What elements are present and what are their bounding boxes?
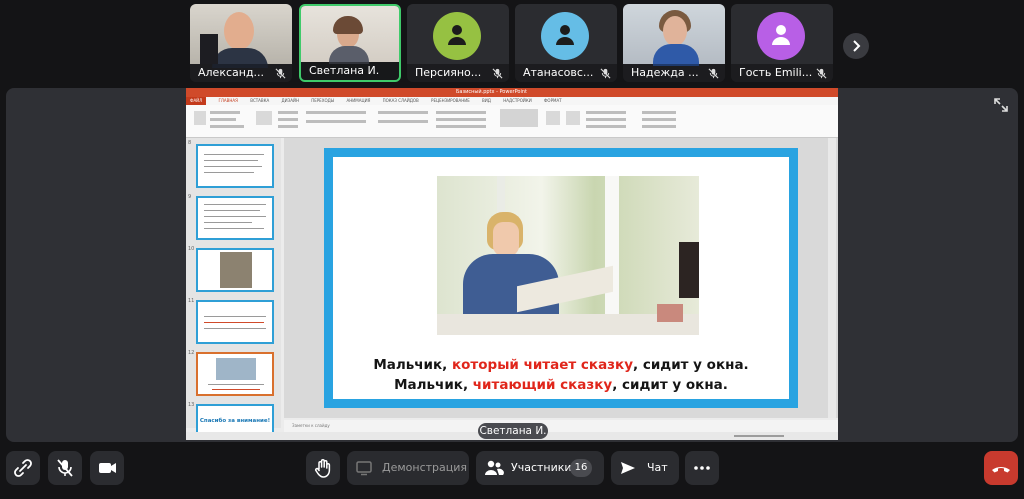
slide-thumbnail[interactable] xyxy=(196,248,274,292)
mute-button[interactable] xyxy=(48,451,82,485)
participants-label: Участники xyxy=(511,461,572,474)
slide-thumbnails-panel: 8 9 10 11 12 13 Спасибо за внимание! xyxy=(186,138,281,438)
ribbon-tab[interactable]: АНИМАЦИЯ xyxy=(347,97,371,105)
caption-text: Мальчик, xyxy=(394,377,473,393)
participant-video xyxy=(623,4,725,66)
raise-hand-icon xyxy=(315,459,331,478)
slide-number: 9 xyxy=(188,194,192,200)
caption-text: , сидит у окна. xyxy=(612,377,728,393)
ribbon-tab[interactable]: РЕЦЕНЗИРОВАНИЕ xyxy=(431,97,470,105)
chat-icon xyxy=(621,462,635,474)
next-participants-button[interactable] xyxy=(843,33,869,59)
slide-number: 8 xyxy=(188,140,192,146)
screen-share-icon xyxy=(356,461,372,476)
ribbon-tab[interactable]: ФОРМАТ xyxy=(544,97,562,105)
avatar xyxy=(757,12,805,60)
speaker-label: Светлана И. xyxy=(478,423,548,439)
slide-thumbnail[interactable] xyxy=(196,196,274,240)
user-icon xyxy=(556,25,574,45)
slide-number: 10 xyxy=(188,246,195,252)
mic-off-icon xyxy=(600,68,611,79)
participants-count-badge: 16 xyxy=(570,459,592,477)
chevron-right-icon xyxy=(853,40,861,52)
window-titlebar: Базисный.pptx - PowerPoint xyxy=(186,88,838,97)
window-title: Базисный.pptx - PowerPoint xyxy=(456,89,527,95)
caption-highlight: читающий сказку xyxy=(472,377,613,393)
more-button[interactable] xyxy=(685,451,719,485)
participant-tile[interactable]: Атанасовс... xyxy=(515,4,617,82)
slide-thumbnail[interactable] xyxy=(196,144,274,188)
hang-up-button[interactable] xyxy=(984,451,1018,485)
participant-tile[interactable]: Персияно... xyxy=(407,4,509,82)
ribbon-tabs: ФАЙЛ ГЛАВНАЯ ВСТАВКА ДИЗАЙН ПЕРЕХОДЫ АНИ… xyxy=(186,97,838,105)
slide-number: 11 xyxy=(188,298,195,304)
ribbon xyxy=(186,105,838,138)
ribbon-tab[interactable]: ПОКАЗ СЛАЙДОВ xyxy=(383,97,419,105)
participant-tile[interactable]: Гость Emili... xyxy=(731,4,833,82)
current-slide: Мальчик, который читает сказку, сидит у … xyxy=(324,148,798,408)
participant-video xyxy=(301,6,399,64)
camera-icon xyxy=(99,463,116,473)
participants-button[interactable]: Участники 16 xyxy=(476,451,604,485)
user-icon xyxy=(772,25,790,45)
participants-icon xyxy=(485,460,504,475)
ribbon-tab[interactable]: ПЕРЕХОДЫ xyxy=(311,97,334,105)
slide-thumbnail[interactable] xyxy=(196,300,274,344)
raise-hand-button[interactable] xyxy=(306,451,340,485)
notes-area[interactable]: Заметки к слайду xyxy=(284,420,838,432)
camera-button[interactable] xyxy=(90,451,124,485)
caption-text: Мальчик, xyxy=(373,357,452,373)
slide-edit-area: Мальчик, который читает сказку, сидит у … xyxy=(284,138,838,418)
slide-caption-line-1: Мальчик, который читает сказку, сидит у … xyxy=(333,357,789,373)
mic-off-icon xyxy=(275,68,286,79)
mic-off-icon xyxy=(816,68,827,79)
slide-photo xyxy=(437,176,699,335)
thumbnail-text: Спасибо за внимание! xyxy=(199,418,271,424)
ribbon-tab[interactable]: ВИД xyxy=(482,97,491,105)
screen-share-label: Демонстрация xyxy=(382,461,468,474)
mic-off-icon xyxy=(57,459,73,477)
ribbon-tab[interactable]: ВСТАВКА xyxy=(250,97,269,105)
slide-thumbnail-selected[interactable] xyxy=(196,352,274,396)
slide-content: Мальчик, который читает сказку, сидит у … xyxy=(333,157,789,399)
avatar xyxy=(433,12,481,60)
ribbon-tab[interactable]: НАДСТРОЙКИ xyxy=(503,97,532,105)
chat-button[interactable]: Чат xyxy=(611,451,679,485)
mic-off-icon xyxy=(492,68,503,79)
participant-video xyxy=(190,4,292,68)
participant-tile-active[interactable]: Светлана И. xyxy=(299,4,401,82)
ribbon-tab[interactable]: ДИЗАЙН xyxy=(282,97,299,105)
more-icon xyxy=(694,466,710,470)
ribbon-tab[interactable]: ГЛАВНАЯ xyxy=(218,97,237,105)
shared-powerpoint-window: Базисный.pptx - PowerPoint ФАЙЛ ГЛАВНАЯ … xyxy=(186,88,838,440)
chat-label: Чат xyxy=(647,461,668,474)
expand-icon[interactable] xyxy=(992,96,1010,114)
participant-tile[interactable]: Надежда ... xyxy=(623,4,725,82)
link-button[interactable] xyxy=(6,451,40,485)
participant-tile[interactable]: Александ... xyxy=(190,4,292,82)
caption-text: , сидит у окна. xyxy=(633,357,749,373)
avatar xyxy=(541,12,589,60)
zoom-slider[interactable] xyxy=(734,435,784,437)
slide-caption-line-2: Мальчик, читающий сказку, сидит у окна. xyxy=(333,377,789,393)
mic-off-icon xyxy=(708,68,719,79)
file-tab[interactable]: ФАЙЛ xyxy=(186,97,207,105)
link-icon xyxy=(14,459,32,477)
user-icon xyxy=(448,25,466,45)
participant-name: Светлана И. xyxy=(301,62,399,80)
screen-share-button[interactable]: Демонстрация xyxy=(347,451,469,485)
vertical-scrollbar[interactable] xyxy=(828,138,836,418)
caption-highlight: который читает сказку xyxy=(452,357,633,373)
slide-number: 12 xyxy=(188,350,195,356)
slide-number: 13 xyxy=(188,402,195,408)
hang-up-icon xyxy=(992,467,1010,473)
